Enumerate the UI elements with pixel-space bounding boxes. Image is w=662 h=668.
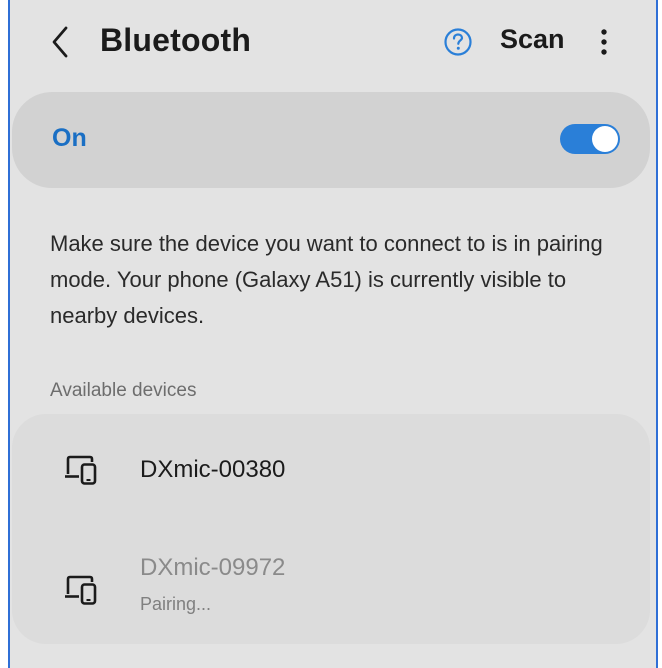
more-vertical-icon: [601, 29, 607, 55]
switch-knob: [592, 126, 618, 152]
scan-button[interactable]: Scan: [500, 24, 565, 55]
available-devices-label: Available devices: [50, 380, 197, 401]
toggle-state-label: On: [52, 124, 87, 152]
pairing-info-text: Make sure the device you want to connect…: [50, 231, 603, 328]
device-name: DXmic-00380: [140, 456, 286, 483]
device-status: Pairing...: [140, 594, 212, 614]
device-item[interactable]: DXmic-00380: [12, 440, 650, 500]
available-devices-list: DXmic-00380 DXmic-09972 Pairing...: [12, 414, 650, 644]
devices-icon: [65, 575, 97, 605]
device-item[interactable]: DXmic-09972 Pairing...: [12, 550, 650, 630]
bluetooth-switch[interactable]: [560, 124, 620, 154]
bluetooth-toggle-card[interactable]: On: [12, 92, 650, 188]
devices-icon: [65, 455, 97, 485]
more-options-button[interactable]: [596, 22, 612, 62]
help-circle-icon: [444, 28, 472, 56]
page-title: Bluetooth: [100, 22, 252, 58]
device-name: DXmic-09972: [140, 554, 286, 581]
bluetooth-settings-screen: Bluetooth Scan On Make sure the device y…: [8, 0, 658, 668]
help-button[interactable]: [442, 26, 474, 58]
header: Bluetooth Scan: [10, 0, 656, 86]
back-button[interactable]: [42, 20, 78, 64]
chevron-left-icon: [52, 26, 68, 58]
